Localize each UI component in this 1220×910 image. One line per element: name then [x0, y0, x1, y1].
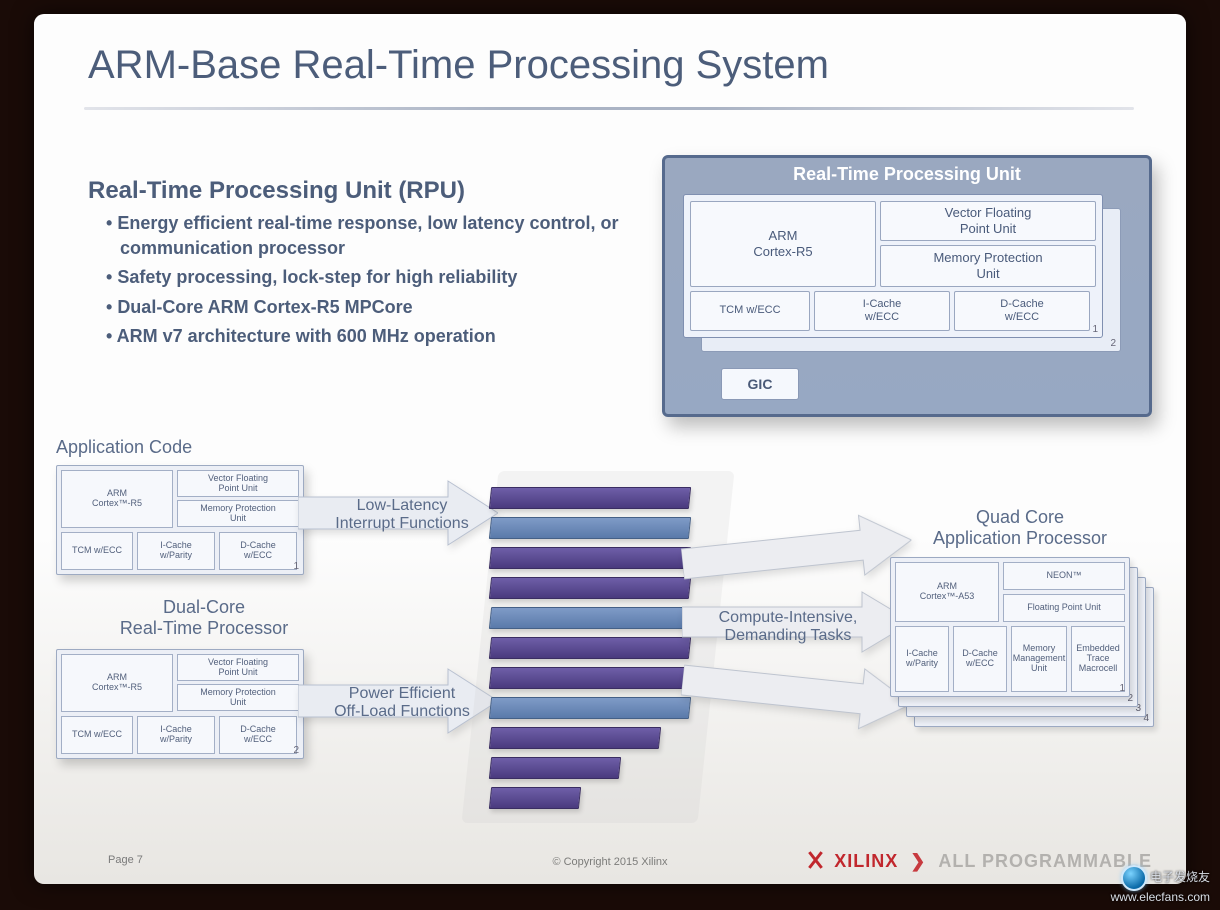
cell-tcm: TCM w/ECC	[690, 291, 810, 331]
bar-item	[489, 787, 581, 809]
cell-icache: I-Cache w/Parity	[137, 716, 215, 754]
cell-fpu: Floating Point Unit	[1003, 594, 1125, 622]
label-low-latency: Low-Latency Interrupt Functions	[312, 497, 492, 533]
cell-arm-cortex-a53: ARM Cortex™-A53	[895, 562, 999, 622]
core-number-2: 2	[293, 745, 299, 756]
bar-item	[489, 577, 691, 599]
label-power-efficient: Power Efficient Off-Load Functions	[312, 685, 492, 721]
bar-item	[489, 727, 661, 749]
core-number-1: 1	[293, 561, 299, 572]
bar-item	[489, 607, 691, 629]
chevron-icon: ❯	[904, 851, 932, 871]
cell-arm-cortex-r5: ARM Cortex™-R5	[61, 470, 173, 528]
bar-item	[489, 697, 691, 719]
cell-dcache: D-Cache w/ECC	[953, 626, 1007, 692]
label-quad-core: Quad Core Application Processor	[910, 507, 1130, 549]
rpu-bullet: ARM v7 architecture with 600 MHz operati…	[106, 324, 628, 349]
cell-mmu: Memory Management Unit	[1011, 626, 1067, 692]
r5-core-block-2: ARM Cortex™-R5 Vector Floating Point Uni…	[56, 649, 304, 759]
slide: ARM-Base Real-Time Processing System Rea…	[34, 14, 1186, 884]
rpu-bullet: Safety processing, lock-step for high re…	[106, 265, 628, 290]
rpu-core-front: ARM Cortex-R5 Vector Floating Point Unit…	[683, 194, 1103, 338]
cell-icache: I-Cache w/ECC	[814, 291, 950, 331]
watermark-line2: www.elecfans.com	[1111, 890, 1210, 904]
cell-tcm: TCM w/ECC	[61, 716, 133, 754]
cell-neon: NEON™	[1003, 562, 1125, 590]
rpu-bullet: Dual-Core ARM Cortex-R5 MPCore	[106, 295, 628, 320]
brand-name: XILINX	[834, 851, 898, 871]
watermark-line1: 电子发烧友	[1150, 870, 1210, 884]
bar-item	[489, 667, 691, 689]
cell-arm-cortex-r5: ARM Cortex-R5	[690, 201, 876, 287]
cell-dcache: D-Cache w/ECC	[219, 532, 297, 570]
cell-mpu: Memory Protection Unit	[880, 245, 1096, 287]
a53-quad-stack: 4 3 2 ARM Cortex™-A53 NEON™ Floating Poi…	[890, 557, 1152, 727]
title-rule	[84, 107, 1134, 110]
cell-vfpu: Vector Floating Point Unit	[880, 201, 1096, 241]
rpu-diagram: Real-Time Processing Unit 2 ARM Cortex-R…	[662, 155, 1152, 417]
rpu-heading: Real-Time Processing Unit (RPU)	[88, 177, 628, 205]
xilinx-logo-icon	[806, 851, 824, 869]
cell-mpu: Memory Protection Unit	[177, 500, 299, 527]
cell-vfpu: Vector Floating Point Unit	[177, 654, 299, 681]
rpu-bullet-list: Energy efficient real-time response, low…	[88, 211, 628, 349]
bar-item	[489, 547, 691, 569]
bar-item	[489, 757, 621, 779]
rpu-core-stack: 2 ARM Cortex-R5 Vector Floating Point Un…	[683, 194, 1121, 352]
bar-item	[489, 637, 691, 659]
slide-title: ARM-Base Real-Time Processing System	[88, 43, 829, 88]
cell-dcache: D-Cache w/ECC	[954, 291, 1090, 331]
core-number-1: 1	[1092, 324, 1098, 335]
cell-vfpu: Vector Floating Point Unit	[177, 470, 299, 497]
core-number-2: 2	[1110, 338, 1116, 349]
footer-brand: XILINX ❯ ALL PROGRAMMABLE	[806, 849, 1152, 872]
label-dual-core-rt: Dual-Core Real-Time Processor	[104, 597, 304, 639]
cell-arm-cortex-r5: ARM Cortex™-R5	[61, 654, 173, 712]
a53-core-1: ARM Cortex™-A53 NEON™ Floating Point Uni…	[890, 557, 1130, 697]
bar-item	[489, 487, 691, 509]
cell-icache: I-Cache w/Parity	[895, 626, 949, 692]
bar-item	[489, 517, 691, 539]
label-application-code: Application Code	[56, 437, 192, 458]
cell-dcache: D-Cache w/ECC	[219, 716, 297, 754]
watermark-icon	[1121, 865, 1147, 891]
arrow-compute-3	[679, 645, 915, 739]
cell-gic: GIC	[721, 368, 799, 400]
cell-tcm: TCM w/ECC	[61, 532, 133, 570]
cell-icache: I-Cache w/Parity	[137, 532, 215, 570]
function-bars	[490, 487, 706, 817]
r5-core-block-1: ARM Cortex™-R5 Vector Floating Point Uni…	[56, 465, 304, 575]
watermark: 电子发烧友 www.elecfans.com	[1111, 865, 1210, 904]
label-compute-intensive: Compute-Intensive, Demanding Tasks	[698, 609, 878, 645]
rpu-text-panel: Real-Time Processing Unit (RPU) Energy e…	[88, 177, 628, 353]
rpu-bullet: Energy efficient real-time response, low…	[106, 211, 628, 261]
rpu-diagram-title: Real-Time Processing Unit	[665, 158, 1149, 189]
cell-etm: Embedded Trace Macrocell	[1071, 626, 1125, 692]
core-number: 1	[1119, 683, 1125, 694]
cell-mpu: Memory Protection Unit	[177, 684, 299, 711]
